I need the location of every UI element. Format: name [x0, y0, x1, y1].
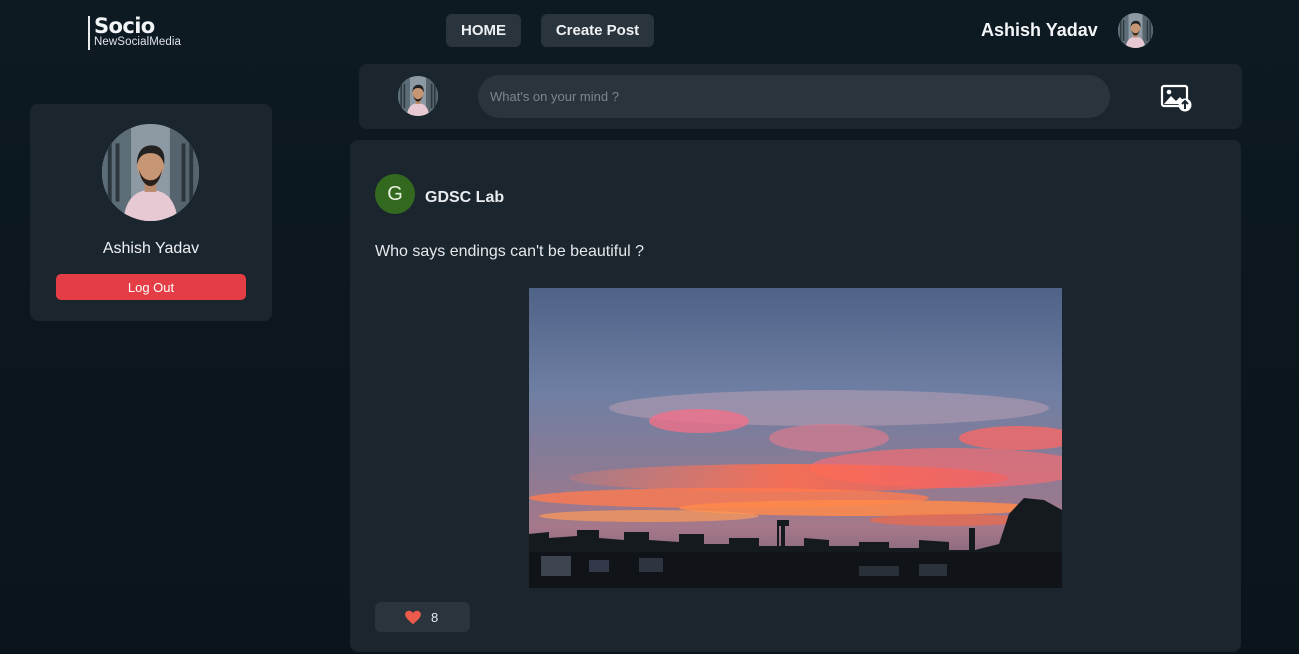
- header-username[interactable]: Ashish Yadav: [981, 20, 1098, 41]
- brand-tagline: NewSocialMedia: [94, 36, 182, 48]
- post-author-name[interactable]: GDSC Lab: [425, 189, 504, 207]
- profile-card: Ashish Yadav Log Out: [30, 104, 272, 321]
- status-input[interactable]: [478, 75, 1110, 118]
- brand-logo[interactable]: Socio NewSocialMedia: [88, 16, 181, 50]
- composer-avatar: [398, 76, 438, 116]
- header-avatar[interactable]: [1118, 13, 1153, 48]
- profile-name: Ashish Yadav: [102, 240, 200, 257]
- post-text: Who says endings can't be beautiful ?: [375, 243, 644, 260]
- image-upload-icon[interactable]: [1160, 84, 1194, 112]
- profile-avatar: [102, 124, 199, 221]
- home-button[interactable]: HOME: [446, 14, 521, 47]
- like-count: 8: [431, 610, 439, 625]
- brand-name: Socio: [94, 14, 155, 38]
- post-composer: [359, 64, 1242, 129]
- post-author-avatar[interactable]: G: [375, 174, 415, 214]
- like-button[interactable]: 8: [375, 602, 470, 632]
- post-image[interactable]: [529, 288, 1062, 588]
- logout-button[interactable]: Log Out: [56, 274, 246, 300]
- create-post-button[interactable]: Create Post: [541, 14, 654, 47]
- heart-icon: [405, 610, 421, 625]
- post-card: G GDSC Lab Who says endings can't be bea…: [350, 140, 1241, 652]
